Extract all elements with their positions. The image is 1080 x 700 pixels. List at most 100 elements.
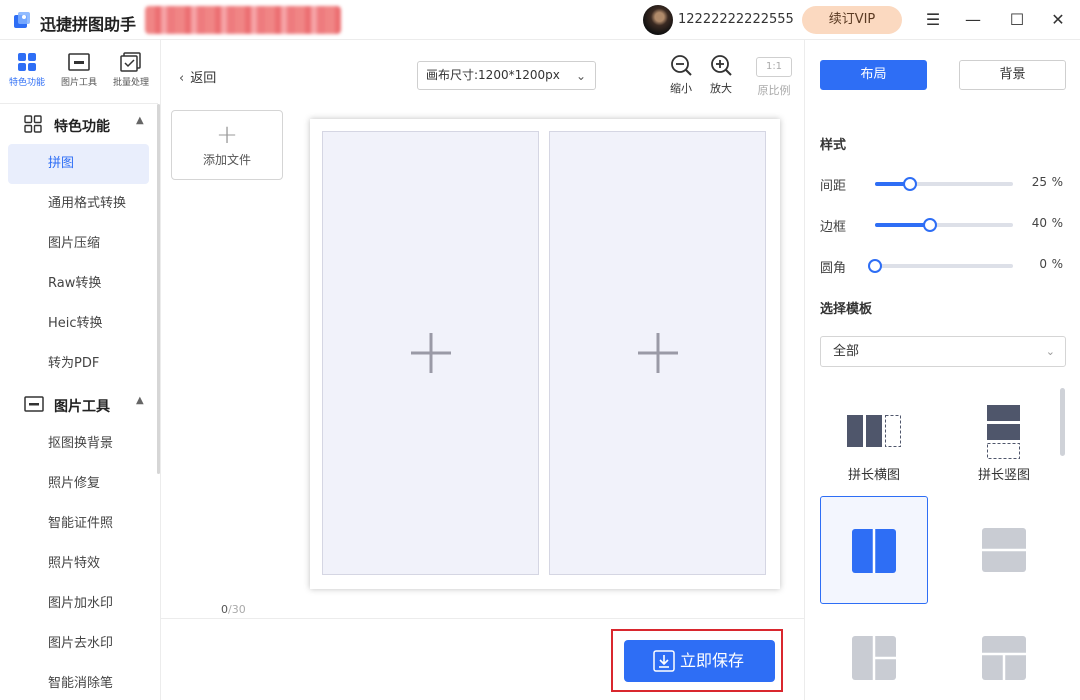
spacing-slider[interactable]: 间距 25 % (820, 173, 1065, 194)
minimize-icon[interactable]: — (963, 10, 983, 30)
ratio-label: 原比例 (757, 84, 791, 97)
border-slider[interactable]: 边框 40 % (820, 214, 1065, 235)
template-three-cells-top[interactable] (950, 604, 1058, 700)
canvas-size-select[interactable]: 画布尺寸:1200*1200px ⌄ (417, 61, 596, 90)
slider-unit: % (1051, 175, 1063, 189)
function-rail: 特色功能 图片工具 批量处理 (0, 40, 158, 104)
template-label: 拼长竖图 (977, 468, 1030, 483)
redacted-banner (145, 6, 341, 34)
slider-track[interactable] (875, 218, 1013, 232)
sidebar-item-eraser[interactable]: 智能消除笔 (8, 664, 149, 700)
maximize-icon[interactable]: ☐ (1007, 10, 1027, 30)
collage-canvas (310, 119, 780, 589)
template-long-vertical[interactable]: 拼长竖图 (950, 388, 1058, 496)
original-ratio-button[interactable]: 1:1 原比例 (755, 57, 793, 98)
style-title: 样式 (820, 138, 847, 153)
slider-thumb[interactable] (902, 177, 917, 191)
save-label: 立即保存 (680, 651, 745, 670)
template-scrollbar[interactable] (1060, 388, 1065, 456)
template-two-columns[interactable] (820, 496, 928, 604)
tab-background[interactable]: 背景 (959, 60, 1066, 90)
sidebar-item-id-photo[interactable]: 智能证件照 (8, 504, 149, 544)
close-icon[interactable]: ✕ (1048, 10, 1068, 30)
bottom-bar: 立即保存 (161, 618, 804, 700)
slider-label: 边框 (820, 220, 847, 235)
rail-label: 特色功能 (8, 78, 45, 88)
sidebar-item-cutout[interactable]: 抠图换背景 (8, 424, 149, 464)
template-title: 选择模板 (820, 302, 873, 317)
tab-layout[interactable]: 布局 (820, 60, 927, 90)
caret-up-icon: ▲ (136, 395, 144, 406)
sidebar-item-effects[interactable]: 照片特效 (8, 544, 149, 584)
sidebar-item-pdf[interactable]: 转为PDF (8, 344, 149, 384)
zoom-in-icon (711, 55, 732, 76)
caret-up-icon: ▲ (136, 115, 144, 126)
sidebar-item-collage[interactable]: 拼图 (8, 144, 149, 184)
add-file-label: 添加文件 (202, 153, 251, 167)
group-image-tools[interactable]: 图片工具 ▲ (0, 385, 158, 423)
template-three-cells-left[interactable] (820, 604, 928, 700)
collage-cell[interactable] (549, 131, 766, 575)
sidebar-item-add-watermark[interactable]: 图片加水印 (8, 584, 149, 624)
slider-unit: % (1051, 257, 1063, 271)
sidebar-item-photo-repair[interactable]: 照片修复 (8, 464, 149, 504)
sidebar-item-raw[interactable]: Raw转换 (8, 264, 149, 304)
batch-icon (120, 52, 141, 72)
zoom-out-label: 缩小 (670, 82, 692, 95)
sidebar: 特色功能 ▲ 拼图 通用格式转换 图片压缩 Raw转换 Heic转换 转为PDF… (0, 104, 158, 700)
layout-vertical-icon (987, 405, 1020, 459)
rail-batch[interactable]: 批量处理 (105, 52, 157, 88)
slider-thumb[interactable] (868, 259, 882, 273)
sidebar-item-remove-watermark[interactable]: 图片去水印 (8, 624, 149, 664)
sidebar-item-format-convert[interactable]: 通用格式转换 (8, 184, 149, 224)
rail-featured[interactable]: 特色功能 (1, 52, 53, 88)
chevron-down-icon: ⌄ (575, 69, 586, 83)
renew-vip-button[interactable]: 续订VIP (802, 6, 902, 34)
template-filter-value: 全部 (833, 344, 860, 359)
slider-value: 0 (1039, 257, 1047, 271)
app-logo-icon (14, 12, 30, 28)
group-label: 图片工具 (54, 399, 110, 415)
canvas-size-value: 画布尺寸:1200*1200px (426, 68, 560, 82)
image-tool-icon (24, 396, 44, 412)
rail-image-tools[interactable]: 图片工具 (53, 52, 105, 88)
slider-fill (875, 223, 931, 227)
rail-label: 图片工具 (60, 78, 97, 88)
zoom-in-label: 放大 (710, 82, 732, 95)
slider-value: 25 (1031, 175, 1047, 189)
zoom-out-icon (671, 55, 692, 76)
slider-label: 圆角 (820, 261, 847, 276)
template-filter-select[interactable]: 全部 ⌄ (820, 336, 1066, 367)
add-file-button[interactable]: + 添加文件 (171, 110, 283, 180)
template-long-horizontal[interactable]: 拼长横图 (820, 388, 928, 496)
group-label: 特色功能 (54, 119, 110, 135)
user-account[interactable]: 12222222222555 (678, 12, 794, 27)
sidebar-item-heic[interactable]: Heic转换 (8, 304, 149, 344)
avatar[interactable] (643, 5, 673, 35)
workspace: ‹ 返回 画布尺寸:1200*1200px ⌄ 缩小 放大 1:1 原比例 + 添… (160, 40, 804, 700)
zoom-in-button[interactable]: 放大 (701, 54, 741, 96)
back-button[interactable]: ‹ 返回 (179, 67, 216, 86)
back-label: 返回 (190, 71, 217, 86)
ratio-icon: 1:1 (756, 57, 792, 77)
slider-track[interactable] (875, 177, 1013, 191)
slider-track[interactable] (868, 259, 1013, 273)
layout-three-cells-icon (852, 636, 896, 680)
chevron-down-icon: ⌄ (1045, 345, 1055, 358)
zoom-out-button[interactable]: 缩小 (661, 54, 701, 96)
slider-value: 40 (1031, 216, 1047, 230)
layout-horizontal-icon (847, 415, 901, 447)
corner-radius-slider[interactable]: 圆角 0 % (820, 255, 1065, 276)
file-count: 0/30 (221, 603, 246, 616)
save-now-button[interactable]: 立即保存 (624, 640, 775, 682)
grid-apps-icon (24, 115, 42, 133)
sidebar-item-compress[interactable]: 图片压缩 (8, 224, 149, 264)
slider-thumb[interactable] (923, 218, 938, 232)
menu-icon[interactable]: ☰ (923, 10, 943, 30)
template-two-rows[interactable] (950, 496, 1058, 604)
file-count-current: 0 (221, 603, 228, 616)
collage-cell[interactable] (322, 131, 539, 575)
rail-label: 批量处理 (112, 78, 149, 88)
group-featured[interactable]: 特色功能 ▲ (0, 105, 158, 143)
file-count-total: /30 (228, 603, 246, 616)
